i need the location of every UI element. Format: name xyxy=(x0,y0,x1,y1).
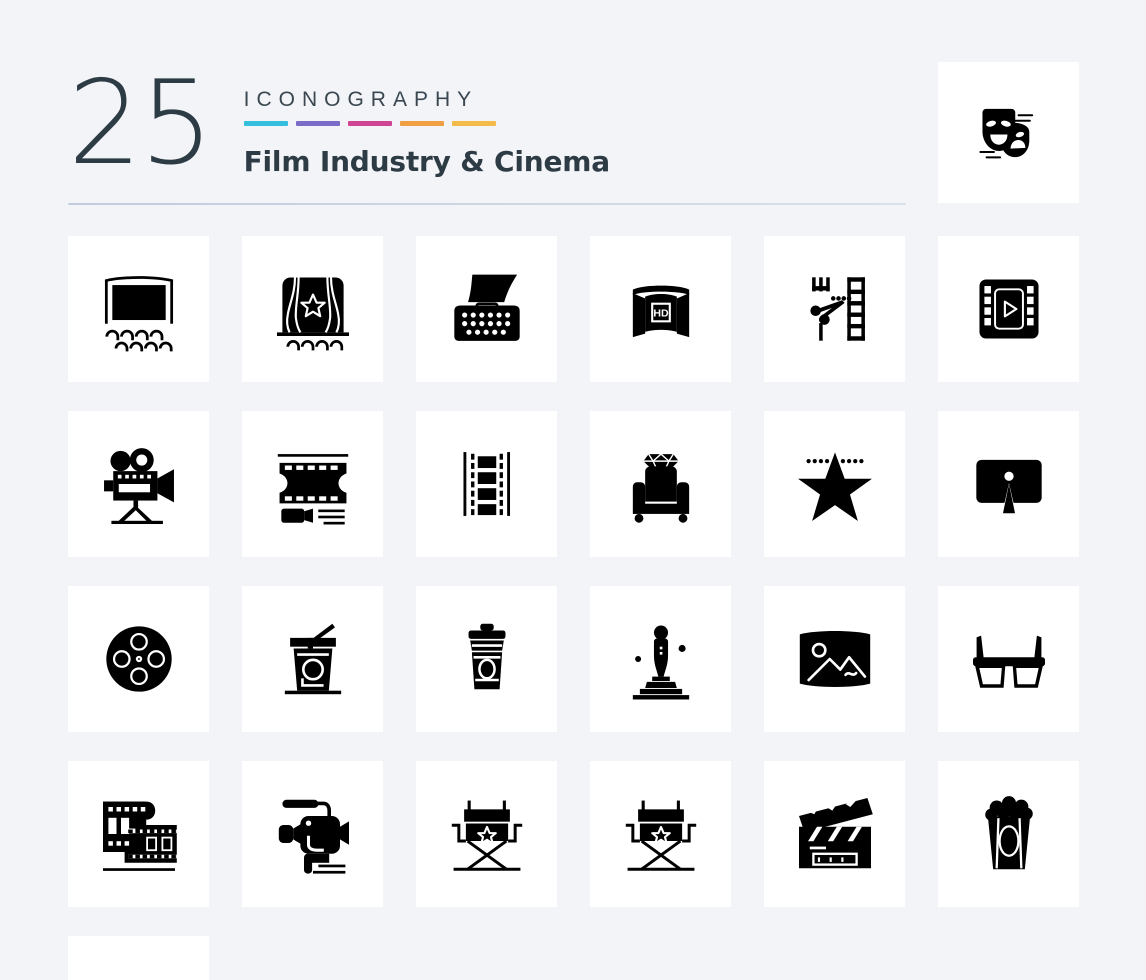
icon-card[interactable] xyxy=(242,586,383,732)
icon-card[interactable] xyxy=(938,411,1079,557)
icon-card[interactable] xyxy=(68,586,209,732)
film-editing-icon xyxy=(789,263,881,355)
icon-card[interactable] xyxy=(416,236,557,382)
svg-text:HD: HD xyxy=(653,307,669,319)
color-bar-3 xyxy=(347,121,392,126)
theater-masks-icon xyxy=(963,87,1055,179)
icon-card[interactable] xyxy=(764,586,905,732)
icon-card[interactable]: THE END xyxy=(68,936,209,980)
icon-card[interactable] xyxy=(938,236,1079,382)
icon-card[interactable] xyxy=(416,761,557,907)
director-chair-back-icon xyxy=(441,788,533,880)
icon-card[interactable] xyxy=(938,761,1079,907)
icon-card[interactable] xyxy=(764,761,905,907)
film-negatives-icon xyxy=(93,788,185,880)
icon-count: 25 xyxy=(68,56,214,191)
icon-grid: HD xyxy=(68,236,1079,980)
soda-cup-icon xyxy=(267,613,359,705)
hd-screen-icon: HD xyxy=(615,263,707,355)
icon-card[interactable] xyxy=(242,411,383,557)
color-bar-2 xyxy=(295,121,340,126)
featured-icon-card[interactable] xyxy=(938,62,1079,203)
film-reel-icon xyxy=(93,613,185,705)
icon-card[interactable] xyxy=(242,236,383,382)
coffee-cup-icon xyxy=(441,613,533,705)
color-bar-1 xyxy=(243,121,288,126)
color-bar-4 xyxy=(399,121,444,126)
color-bar-5 xyxy=(451,121,496,126)
director-chair-icon xyxy=(615,788,707,880)
3d-glasses-icon xyxy=(963,613,1055,705)
theater-stage-icon xyxy=(267,263,359,355)
video-play-frame-icon xyxy=(963,263,1055,355)
icon-card[interactable] xyxy=(938,586,1079,732)
typewriter-icon xyxy=(441,263,533,355)
icon-card[interactable] xyxy=(68,411,209,557)
icon-card[interactable] xyxy=(764,411,905,557)
photo-image-icon xyxy=(789,613,881,705)
kicker-label: ICONOGRAPHY xyxy=(243,88,479,111)
icon-card[interactable] xyxy=(590,411,731,557)
icon-card[interactable] xyxy=(242,761,383,907)
star-rating-icon xyxy=(789,438,881,530)
icon-card[interactable] xyxy=(416,411,557,557)
video-camera-icon xyxy=(267,788,359,880)
icon-card[interactable] xyxy=(590,761,731,907)
icon-pack-page: 25 ICONOGRAPHY Film Industry & Cinema HD xyxy=(0,0,1146,980)
header-divider xyxy=(68,203,906,205)
icon-card[interactable]: HD xyxy=(590,236,731,382)
pack-header: 25 ICONOGRAPHY Film Industry & Cinema xyxy=(68,62,908,204)
page-title: Film Industry & Cinema xyxy=(243,145,611,178)
clapperboard-icon xyxy=(789,788,881,880)
award-statue-icon xyxy=(615,613,707,705)
icon-card[interactable] xyxy=(590,586,731,732)
film-negative-icon xyxy=(441,438,533,530)
icon-card[interactable] xyxy=(68,236,209,382)
cinema-screen-icon xyxy=(93,263,185,355)
icon-card[interactable] xyxy=(416,586,557,732)
icon-card[interactable] xyxy=(68,761,209,907)
popcorn-icon xyxy=(963,788,1055,880)
the-end-frame-icon: THE END xyxy=(93,963,185,980)
projection-screen-icon xyxy=(963,438,1055,530)
icon-card[interactable] xyxy=(764,236,905,382)
color-bar-group xyxy=(243,121,610,126)
movie-camera-icon xyxy=(93,438,185,530)
vip-armchair-icon xyxy=(615,438,707,530)
film-strip-video-icon xyxy=(267,438,359,530)
